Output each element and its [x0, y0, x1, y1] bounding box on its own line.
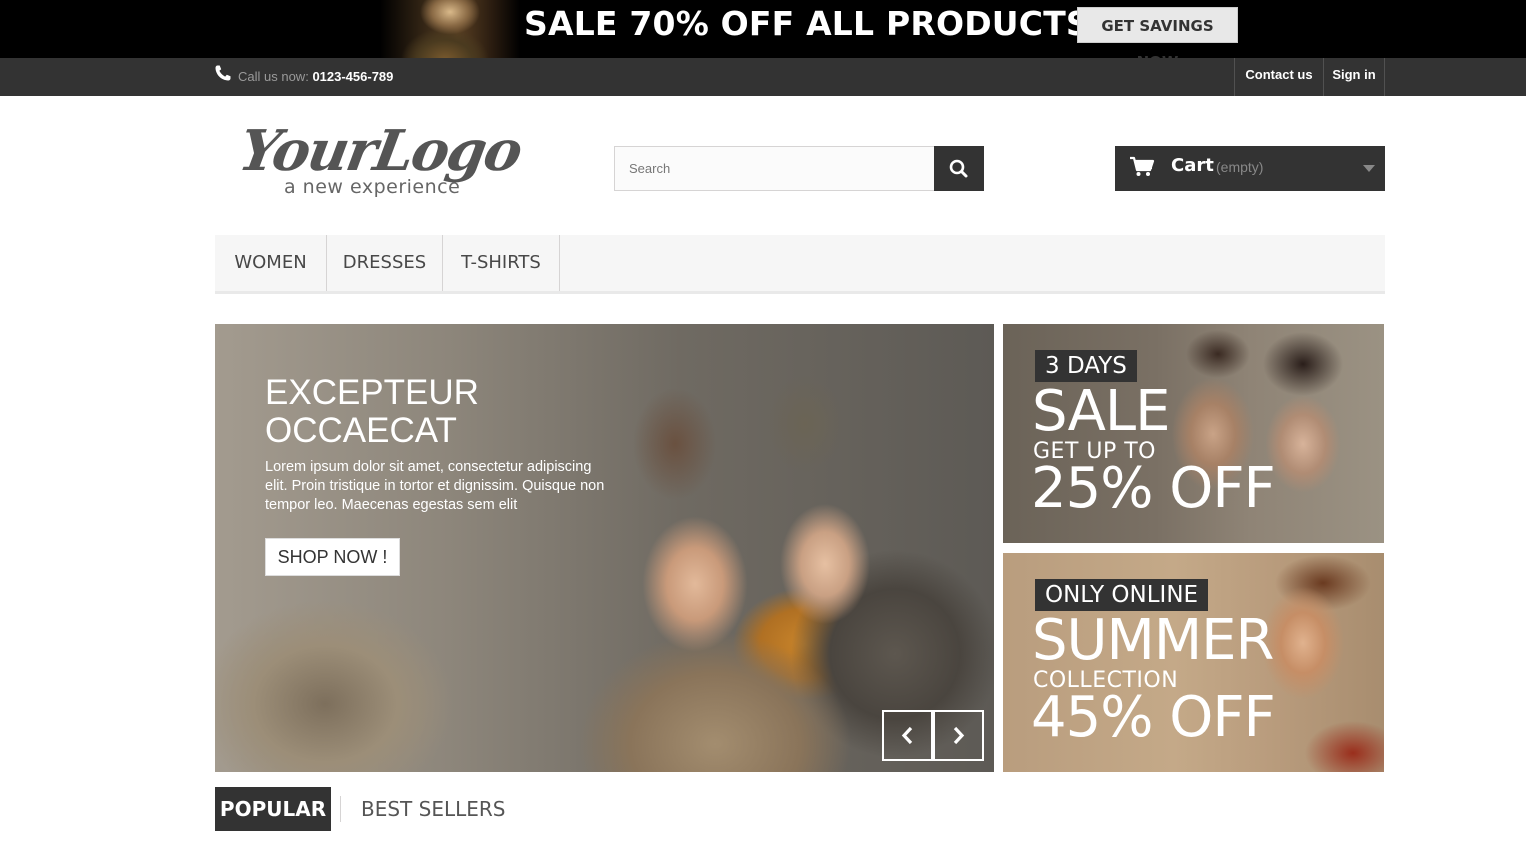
search-button[interactable] — [934, 146, 984, 191]
contact-us-link[interactable]: Contact us — [1234, 58, 1323, 96]
call-label: Call us now: — [238, 69, 309, 84]
tile-offer: 45% OFF — [1031, 685, 1276, 750]
sign-in-link[interactable]: Sign in — [1323, 58, 1385, 96]
tab-best-sellers[interactable]: BEST SELLERS — [361, 787, 505, 831]
promo-tile-sale[interactable]: 3 DAYS SALE GET UP TO 25% OFF — [1003, 324, 1384, 543]
tile-tag: 3 DAYS — [1035, 350, 1137, 382]
search-icon — [949, 159, 968, 178]
phone-icon — [215, 65, 231, 81]
get-savings-button[interactable]: GET SAVINGS NOW — [1077, 7, 1238, 58]
hero-slider[interactable]: EXCEPTEUR OCCAECAT Lorem ipsum dolor sit… — [215, 324, 994, 772]
tab-popular[interactable]: POPULAR — [215, 787, 331, 831]
tile-headline: SALE — [1032, 379, 1170, 444]
tile-headline: SUMMER — [1032, 608, 1274, 673]
cart-label: Cart — [1171, 155, 1214, 176]
slide-body: Lorem ipsum dolor sit amet, consectetur … — [265, 459, 605, 513]
promo-headline: SALE 70% OFF ALL PRODUCTS — [524, 4, 1090, 43]
cart-button[interactable]: Cart (empty) — [1115, 146, 1385, 191]
slider-next-button[interactable] — [933, 710, 984, 761]
tile-tag: ONLY ONLINE — [1035, 579, 1209, 611]
slide-title: EXCEPTEUR OCCAECAT — [265, 373, 479, 450]
tile-offer: 25% OFF — [1031, 456, 1276, 521]
menu-item-women[interactable]: WOMEN — [215, 235, 327, 291]
shop-now-button[interactable]: SHOP NOW ! — [265, 538, 400, 576]
menu-item-tshirts[interactable]: T-SHIRTS — [443, 235, 560, 291]
cart-icon — [1130, 156, 1155, 176]
promo-tile-summer[interactable]: ONLY ONLINE SUMMER COLLECTION 45% OFF — [1003, 553, 1384, 772]
cart-status: (empty) — [1216, 159, 1264, 175]
phone-number: 0123-456-789 — [312, 69, 394, 84]
tab-divider — [340, 796, 341, 822]
site-logo[interactable]: YourLogo a new experience — [234, 118, 530, 208]
promo-model-image — [380, 0, 520, 58]
call-us-text: Call us now: 0123-456-789 — [238, 69, 393, 84]
main-menu: WOMEN DRESSES T-SHIRTS — [215, 235, 1385, 294]
slider-prev-button[interactable] — [882, 710, 933, 761]
search-input[interactable] — [614, 146, 935, 191]
menu-item-dresses[interactable]: DRESSES — [327, 235, 443, 291]
chevron-right-icon — [953, 726, 965, 745]
chevron-down-icon — [1363, 165, 1375, 172]
promo-banner: SALE 70% OFF ALL PRODUCTS GET SAVINGS NO… — [0, 0, 1526, 58]
logo-tagline: a new experience — [284, 176, 461, 198]
logo-main-text: YourLogo — [234, 118, 526, 184]
chevron-left-icon — [901, 726, 913, 745]
